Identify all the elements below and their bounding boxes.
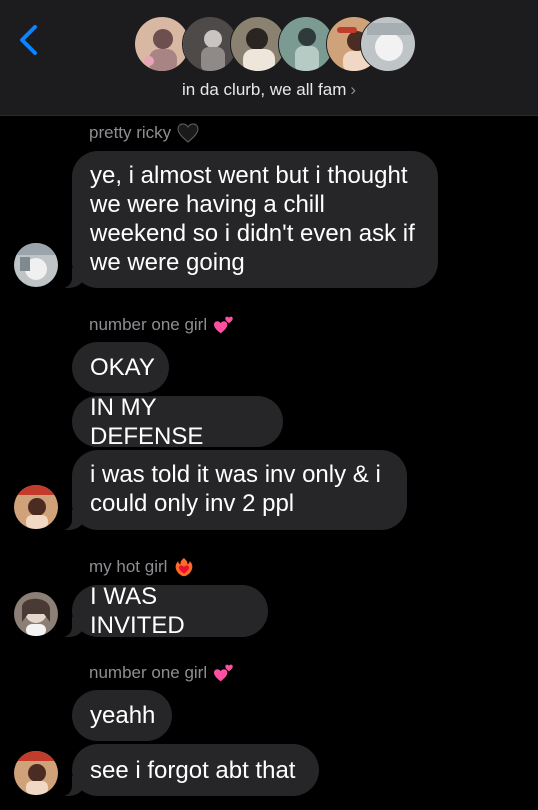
message-bubble[interactable]: see i forgot abt that	[62, 744, 319, 796]
message-text: I WAS INVITED	[90, 583, 185, 639]
group-name-label: in da clurb, we all fam	[181, 80, 347, 99]
message-bubble[interactable]: i was told it was inv only & i could onl…	[62, 450, 407, 530]
message-bubble[interactable]: I WAS INVITED	[62, 583, 268, 639]
avatar-number-one-girl[interactable]	[14, 485, 58, 529]
message-bubble[interactable]: ye, i almost went but i thought we were …	[62, 151, 438, 288]
avatar-number-one-girl[interactable]	[14, 751, 58, 795]
sender-name: pretty ricky	[89, 123, 199, 143]
avatar-my-hot-girl[interactable]	[14, 592, 58, 636]
avatar-member-6	[360, 16, 416, 72]
message-text: IN MY DEFENSE	[90, 393, 204, 450]
heart-on-fire-icon	[176, 557, 193, 577]
black-heart-icon	[177, 123, 199, 143]
message-text: OKAY	[90, 354, 155, 381]
sender-name: number one girl	[89, 315, 235, 335]
message-text: i was told it was inv only & i could onl…	[90, 461, 381, 517]
message-text: see i forgot abt that	[90, 756, 296, 784]
chat-header: in da clurb, we all fam ›	[0, 0, 538, 116]
back-chevron-icon[interactable]	[14, 22, 44, 58]
avatar-pretty-ricky[interactable]	[14, 243, 58, 287]
sender-label: number one girl	[89, 315, 208, 334]
sender-label: pretty ricky	[89, 123, 172, 142]
sender-name: my hot girl	[89, 557, 195, 577]
chevron-right-icon: ›	[350, 80, 357, 99]
group-avatars[interactable]	[134, 16, 416, 74]
message-text: yeahh	[90, 702, 156, 729]
sender-label: number one girl	[89, 663, 208, 682]
message-text: ye, i almost went but i thought we were …	[90, 162, 415, 276]
two-hearts-icon	[214, 664, 233, 682]
message-bubble[interactable]: yeahh	[72, 690, 172, 741]
message-bubble[interactable]: IN MY DEFENSE	[72, 394, 283, 450]
two-hearts-icon	[214, 316, 233, 334]
sender-name: number one girl	[89, 663, 235, 683]
message-bubble[interactable]: OKAY	[72, 342, 169, 393]
group-name[interactable]: in da clurb, we all fam ›	[0, 80, 538, 100]
sender-label: my hot girl	[89, 557, 168, 576]
message-list[interactable]: pretty ricky ye, i almost went but i tho…	[0, 115, 538, 810]
